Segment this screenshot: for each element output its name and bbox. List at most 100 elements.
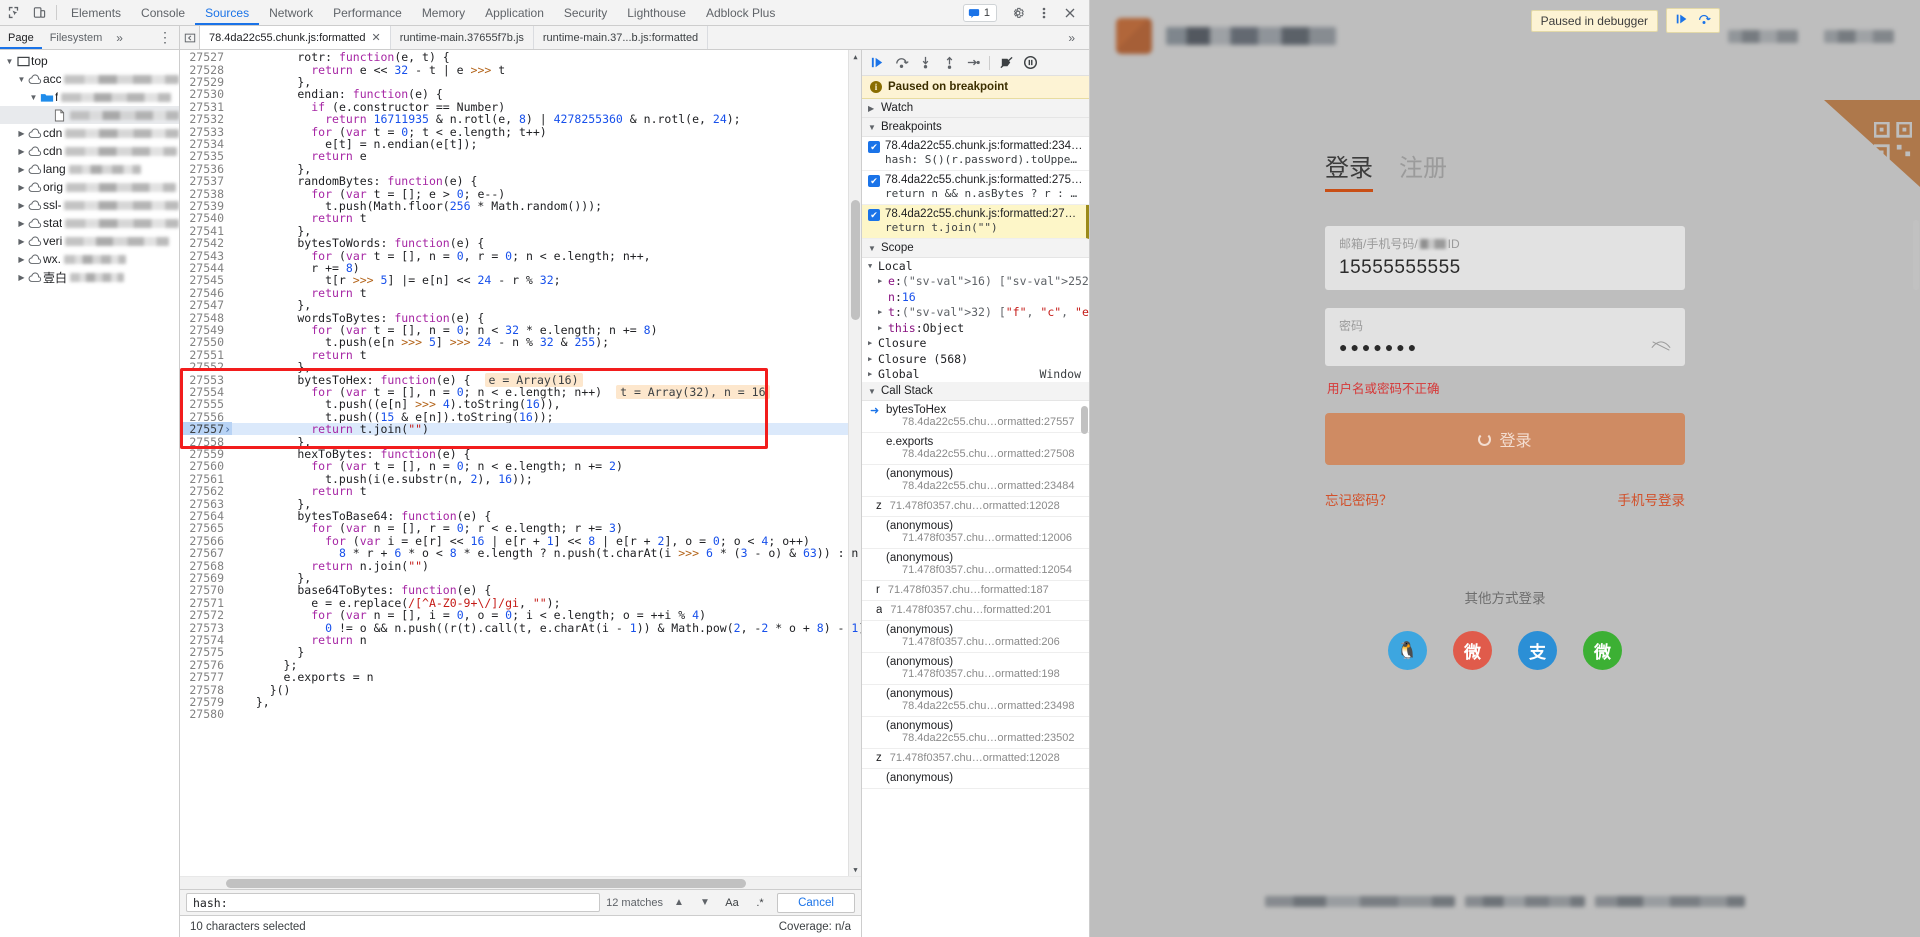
- file-navigator-tree[interactable]: ▼ top ▼ acc ▼ f ▶ cdn ▶ cdn ▶ lang ▶ orig ▶ ssl- ▶ stat ▶ v…: [0, 50, 180, 937]
- chevron-right-icon[interactable]: ▶: [16, 165, 27, 174]
- code-line[interactable]: 27579 },: [180, 695, 848, 709]
- code-line[interactable]: 27578 }(): [180, 682, 848, 697]
- chevron-right-icon[interactable]: ▶: [16, 129, 27, 138]
- file-tree-row[interactable]: ▼ f: [0, 88, 179, 106]
- breakpoint-item[interactable]: 78.4da22c55.chunk.js:formatted:27…return…: [862, 205, 1089, 239]
- code-line[interactable]: 27569 },: [180, 571, 848, 585]
- password-field[interactable]: 密码 ●●●●●●●: [1325, 308, 1685, 366]
- source-tabs-more-icon[interactable]: »: [1060, 31, 1083, 45]
- alipay-login-icon[interactable]: 支: [1518, 631, 1557, 670]
- devtools-more-options-icon[interactable]: [1031, 6, 1057, 20]
- chevron-right-icon[interactable]: ▶: [878, 308, 888, 316]
- breakpoint-checkbox[interactable]: [868, 141, 880, 153]
- tab-memory[interactable]: Memory: [412, 0, 475, 25]
- tab-application[interactable]: Application: [475, 0, 554, 25]
- code-line[interactable]: 27540 return t: [180, 211, 848, 226]
- call-stack-item[interactable]: (anonymous) 71.478f0357.chu…ormatted:1205…: [862, 549, 1089, 581]
- chevron-right-icon[interactable]: ▶: [16, 201, 27, 210]
- scroll-up-icon[interactable]: ▲: [849, 50, 861, 63]
- code-line[interactable]: 27557 return t.join(""): [180, 422, 848, 437]
- scope-row[interactable]: ▶e: ("sv-val">16) ["sv-val">252, "sv-val…: [862, 274, 1089, 290]
- code-line[interactable]: 27553 bytesToHex: function(e) {e = Array…: [180, 372, 848, 387]
- code-line[interactable]: 27542 bytesToWords: function(e) {: [180, 236, 848, 251]
- eye-off-icon[interactable]: [1651, 340, 1671, 355]
- code-line[interactable]: 27573 0 != o && n.push((r(t).call(t, e.c…: [180, 620, 861, 635]
- forgot-password-link[interactable]: 忘记密码？: [1325, 489, 1393, 509]
- chevron-right-icon[interactable]: ▶: [868, 370, 878, 378]
- scroll-down-icon[interactable]: ▼: [849, 863, 861, 876]
- chevron-right-icon[interactable]: ▶: [868, 355, 878, 363]
- chevron-down-icon[interactable]: ▼: [28, 93, 39, 102]
- code-line[interactable]: 27539 t.push(Math.floor(256 * Math.rando…: [180, 199, 848, 213]
- code-line[interactable]: 27555 t.push((e[n] >>> 4).toString(16)),: [180, 397, 848, 412]
- code-line[interactable]: 27529 },: [180, 75, 848, 89]
- step-into-icon[interactable]: [914, 52, 936, 74]
- chevron-down-icon[interactable]: ▼: [868, 262, 878, 270]
- file-tree-row[interactable]: ▶ wx.: [0, 250, 179, 268]
- code-line[interactable]: 27572 for (var n = [], i = 0, o = 0; i <…: [180, 608, 848, 623]
- call-stack-item[interactable]: (anonymous) 71.478f0357.chu…ormatted:1200…: [862, 517, 1089, 549]
- code-line[interactable]: 27556 t.push((15 & e[n]).toString(16));: [180, 409, 848, 424]
- chevron-down-icon[interactable]: ▼: [16, 75, 27, 84]
- code-viewport[interactable]: ▲ ▼ 27527 rotr: function(e, t) {27528 re…: [180, 50, 861, 876]
- code-hscroll-thumb[interactable]: [226, 879, 746, 888]
- code-line[interactable]: 27547 },: [180, 298, 848, 313]
- login-submit-button[interactable]: 登录: [1325, 413, 1685, 465]
- call-stack-item[interactable]: e.exports 78.4da22c55.chu…ormatted:27508: [862, 433, 1089, 465]
- call-stack-item[interactable]: (anonymous) 78.4da22c55.chu…ormatted:2350…: [862, 717, 1089, 749]
- code-scroll-thumb[interactable]: [851, 200, 860, 320]
- step-out-icon[interactable]: [938, 52, 960, 74]
- code-line[interactable]: 27532 return 16711935 & n.rotl(e, 8) | 4…: [180, 112, 848, 127]
- tab-adblock-plus[interactable]: Adblock Plus: [696, 0, 785, 25]
- code-line[interactable]: 27563 },: [180, 496, 848, 511]
- navigator-options-icon[interactable]: ⋮: [151, 26, 179, 49]
- find-cancel-button[interactable]: Cancel: [777, 892, 855, 913]
- chevron-right-icon[interactable]: ▶: [878, 277, 888, 285]
- code-line[interactable]: 27561 t.push(i(e.substr(n, 2), 16));: [180, 471, 848, 486]
- page-scroll-thumb[interactable]: [1913, 220, 1919, 290]
- step-over-icon[interactable]: [890, 52, 912, 74]
- password-input-value[interactable]: ●●●●●●●: [1339, 339, 1419, 355]
- code-line[interactable]: 27538 for (var t = []; e > 0; e--): [180, 186, 848, 201]
- call-stack-item[interactable]: ➜ bytesToHex 78.4da22c55.chu…ormatted:2755…: [862, 401, 1089, 433]
- chevron-right-icon[interactable]: ▶: [16, 255, 27, 264]
- debugger-scrollbar[interactable]: [1080, 76, 1089, 937]
- chevron-right-icon[interactable]: ▶: [16, 183, 27, 192]
- step-over-page-icon[interactable]: [1697, 12, 1711, 29]
- code-line[interactable]: 27527 rotr: function(e, t) {: [180, 50, 848, 65]
- chevron-right-icon[interactable]: ▶: [16, 219, 27, 228]
- find-next-icon[interactable]: ▼: [695, 893, 715, 912]
- call-stack-item[interactable]: a 71.478f0357.chu…formatted:201: [862, 601, 1089, 621]
- watch-section-header[interactable]: ▶ Watch: [862, 99, 1089, 118]
- phone-login-link[interactable]: 手机号登录: [1618, 489, 1686, 509]
- file-tree-row[interactable]: ▶ veri: [0, 232, 179, 250]
- code-line[interactable]: 27535 return e: [180, 149, 848, 164]
- callstack-section-header[interactable]: ▼ Call Stack: [862, 382, 1089, 401]
- scope-section-header[interactable]: ▼ Scope: [862, 239, 1089, 258]
- debugger-scroll-thumb[interactable]: [1081, 406, 1088, 434]
- call-stack-item[interactable]: (anonymous) 71.478f0357.chu…ormatted:206: [862, 621, 1089, 653]
- breakpoint-item[interactable]: 78.4da22c55.chunk.js:formatted:275…retur…: [862, 171, 1089, 205]
- weibo-login-icon[interactable]: 微: [1453, 631, 1492, 670]
- code-vertical-scrollbar[interactable]: ▲ ▼: [848, 50, 861, 876]
- code-line[interactable]: 27567 8 * r + 6 * o < 8 * e.length ? n.p…: [180, 546, 858, 561]
- code-line[interactable]: 27580: [180, 707, 848, 722]
- code-line[interactable]: 27537 randomBytes: function(e) {: [180, 174, 848, 189]
- code-line[interactable]: 27562 return t: [180, 484, 848, 499]
- scope-row[interactable]: ▶ Closure (568): [862, 351, 1089, 367]
- file-tree-row[interactable]: ▶ lang: [0, 160, 179, 178]
- pause-on-exceptions-icon[interactable]: [1019, 52, 1041, 74]
- code-line[interactable]: 27559 hexToBytes: function(e) {: [180, 447, 848, 461]
- code-line[interactable]: 27571 e = e.replace(/[^A-Z0-9+\/]/gi, ""…: [180, 595, 848, 610]
- file-tree-row[interactable]: ▶ cdn: [0, 142, 179, 160]
- resume-script-icon[interactable]: [866, 52, 888, 74]
- file-tree-row[interactable]: ▶ stat: [0, 214, 179, 232]
- find-regex-toggle[interactable]: .*: [749, 893, 771, 912]
- file-tree-row[interactable]: ▼ acc: [0, 70, 179, 88]
- code-line[interactable]: 27570 base64ToBytes: function(e) {: [180, 583, 848, 598]
- account-field[interactable]: 邮箱/手机号码/ ID 15555555555: [1325, 226, 1685, 290]
- chevron-down-icon[interactable]: ▼: [4, 57, 15, 66]
- source-tab-chunk-js[interactable]: 78.4da22c55.chunk.js:formatted ✕: [200, 26, 391, 49]
- file-tree-row[interactable]: ▶ cdn: [0, 124, 179, 142]
- code-line[interactable]: 27528 return e << 32 - t | e >>> t: [180, 62, 848, 77]
